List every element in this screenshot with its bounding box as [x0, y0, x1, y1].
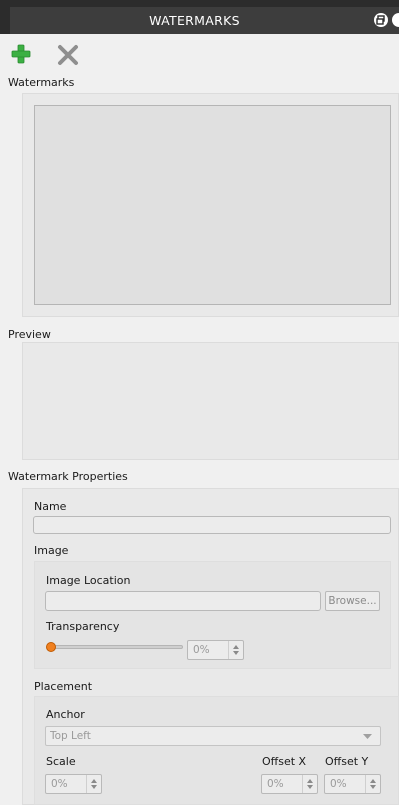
- name-field[interactable]: [33, 516, 391, 534]
- watermarks-section-label: Watermarks: [8, 76, 75, 89]
- transparency-spinbox[interactable]: 0%: [187, 640, 244, 660]
- image-location-field[interactable]: [45, 591, 321, 611]
- offset-x-stepper[interactable]: [302, 775, 317, 793]
- transparency-slider[interactable]: [50, 645, 183, 649]
- offset-x-value: 0%: [267, 778, 284, 790]
- add-watermark-button[interactable]: [10, 43, 32, 65]
- offset-y-value: 0%: [330, 778, 347, 790]
- offset-x-spinbox[interactable]: 0%: [261, 774, 318, 794]
- scale-label: Scale: [46, 755, 76, 768]
- image-label: Image: [34, 544, 69, 557]
- preview-section-label: Preview: [8, 328, 51, 341]
- up-down-arrow-icon: [307, 779, 313, 789]
- transparency-value: 0%: [193, 644, 210, 656]
- anchor-select[interactable]: Top Left: [45, 726, 381, 746]
- float-panel-button[interactable]: [374, 13, 388, 27]
- chevron-down-icon: [363, 734, 372, 739]
- placement-label: Placement: [34, 680, 93, 693]
- scale-value: 0%: [51, 778, 68, 790]
- scale-stepper[interactable]: [86, 775, 101, 793]
- close-panel-button[interactable]: [392, 13, 399, 27]
- x-icon: [58, 45, 78, 65]
- offset-y-spinbox[interactable]: 0%: [324, 774, 381, 794]
- image-location-label: Image Location: [46, 574, 131, 587]
- preview-area: [22, 342, 399, 460]
- panel-title: WATERMARKS: [149, 13, 240, 28]
- transparency-label: Transparency: [46, 620, 120, 633]
- name-label: Name: [34, 500, 67, 513]
- offset-x-label: Offset X: [262, 755, 307, 768]
- properties-section-label: Watermark Properties: [8, 470, 128, 483]
- remove-watermark-button[interactable]: [57, 44, 79, 66]
- offset-y-stepper[interactable]: [365, 775, 380, 793]
- up-down-arrow-icon: [91, 779, 97, 789]
- offset-y-label: Offset Y: [325, 755, 369, 768]
- up-down-arrow-icon: [233, 645, 239, 655]
- transparency-slider-handle[interactable]: [46, 642, 56, 652]
- float-icon: [376, 15, 385, 25]
- transparency-stepper[interactable]: [228, 641, 243, 659]
- anchor-label: Anchor: [46, 708, 85, 721]
- up-down-arrow-icon: [370, 779, 376, 789]
- watermarks-list[interactable]: [34, 105, 391, 305]
- scale-spinbox[interactable]: 0%: [45, 774, 102, 794]
- browse-button[interactable]: Browse...: [325, 591, 380, 611]
- plus-icon: [11, 44, 31, 64]
- anchor-value: Top Left: [50, 730, 91, 742]
